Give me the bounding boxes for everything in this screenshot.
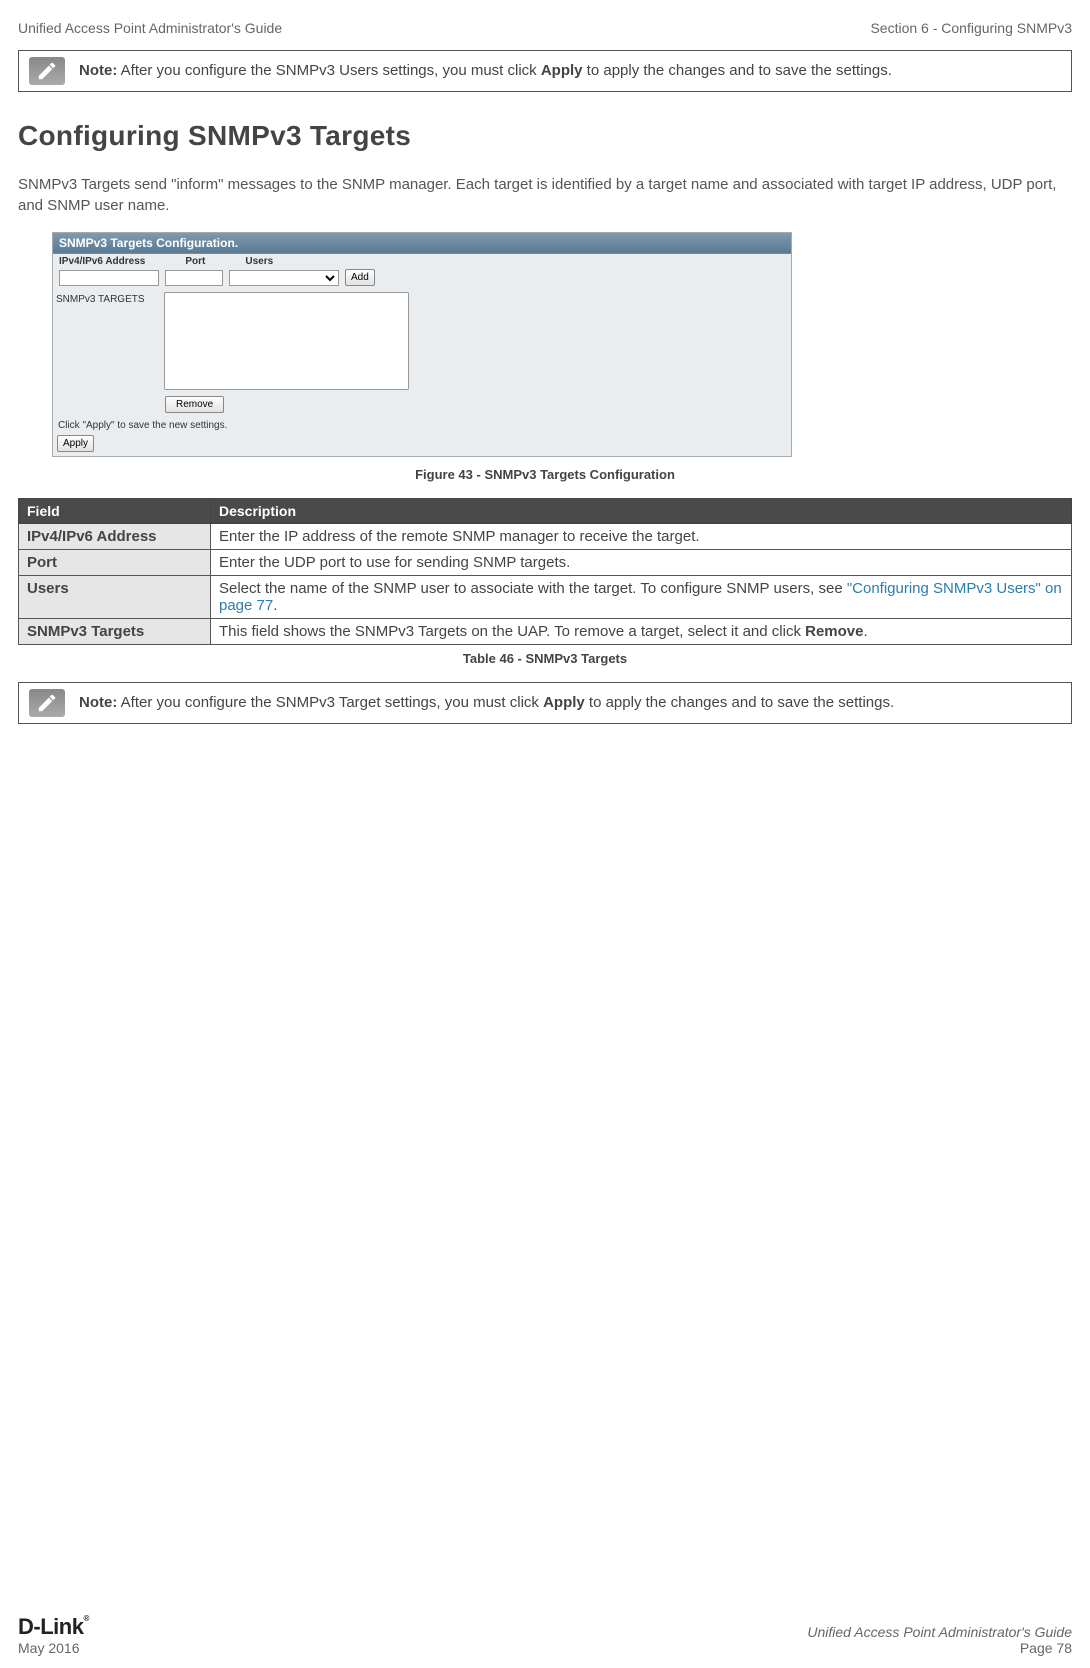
page-footer: D-Link® May 2016 Unified Access Point Ad… [18, 1614, 1072, 1656]
remove-button[interactable]: Remove [165, 396, 224, 413]
col-header-address: IPv4/IPv6 Address [59, 256, 145, 267]
brand-logo: D-Link® [18, 1614, 89, 1640]
footer-date: May 2016 [18, 1640, 89, 1656]
note-box-2: Note: After you configure the SNMPv3 Tar… [18, 682, 1072, 724]
address-input[interactable] [59, 270, 159, 286]
targets-label: SNMPv3 TARGETS [56, 292, 164, 305]
footer-page: Page 78 [807, 1640, 1072, 1656]
cell-desc: Enter the IP address of the remote SNMP … [211, 524, 1072, 550]
pencil-note-icon [29, 57, 65, 85]
cell-field: Users [19, 576, 211, 619]
note-text-1: Note: After you configure the SNMPv3 Use… [79, 61, 892, 81]
screenshot-panel: SNMPv3 Targets Configuration. IPv4/IPv6 … [52, 232, 792, 457]
apply-help-text: Click "Apply" to save the new settings. [53, 417, 791, 433]
cell-field: SNMPv3 Targets [19, 619, 211, 645]
cell-desc: Select the name of the SNMP user to asso… [211, 576, 1072, 619]
col-header-users: Users [245, 256, 273, 267]
users-select[interactable] [229, 270, 339, 286]
targets-listbox[interactable] [164, 292, 409, 390]
add-button[interactable]: Add [345, 269, 375, 286]
intro-paragraph: SNMPv3 Targets send "inform" messages to… [18, 174, 1072, 216]
table-row: IPv4/IPv6 Address Enter the IP address o… [19, 524, 1072, 550]
cell-field: IPv4/IPv6 Address [19, 524, 211, 550]
cell-field: Port [19, 550, 211, 576]
panel-title: SNMPv3 Targets Configuration. [53, 233, 791, 254]
cell-desc: Enter the UDP port to use for sending SN… [211, 550, 1072, 576]
cell-desc: This field shows the SNMPv3 Targets on t… [211, 619, 1072, 645]
header-right: Section 6 - Configuring SNMPv3 [870, 20, 1072, 36]
table-row: Users Select the name of the SNMP user t… [19, 576, 1072, 619]
col-header-port: Port [185, 256, 205, 267]
note-box-1: Note: After you configure the SNMPv3 Use… [18, 50, 1072, 92]
figure-caption: Figure 43 - SNMPv3 Targets Configuration [18, 467, 1072, 482]
pencil-note-icon [29, 689, 65, 717]
table-caption: Table 46 - SNMPv3 Targets [18, 651, 1072, 666]
footer-title: Unified Access Point Administrator's Gui… [807, 1624, 1072, 1640]
note-text-2: Note: After you configure the SNMPv3 Tar… [79, 693, 894, 713]
field-description-table: Field Description IPv4/IPv6 Address Ente… [18, 498, 1072, 645]
port-input[interactable] [165, 270, 223, 286]
apply-button[interactable]: Apply [57, 435, 94, 452]
th-description: Description [211, 499, 1072, 524]
table-row: Port Enter the UDP port to use for sendi… [19, 550, 1072, 576]
th-field: Field [19, 499, 211, 524]
table-row: SNMPv3 Targets This field shows the SNMP… [19, 619, 1072, 645]
section-heading: Configuring SNMPv3 Targets [18, 120, 1072, 152]
header-left: Unified Access Point Administrator's Gui… [18, 20, 282, 36]
